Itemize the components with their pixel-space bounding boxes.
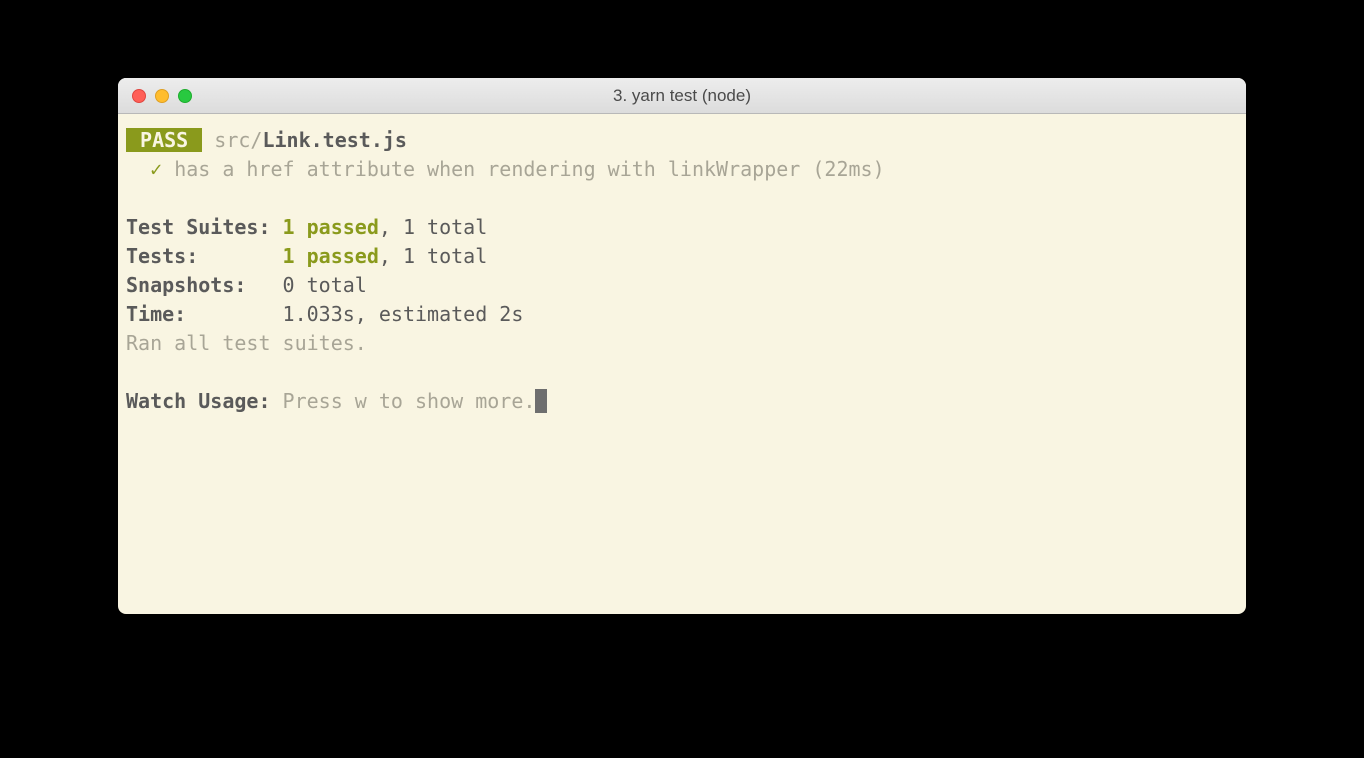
- maximize-icon[interactable]: [178, 89, 192, 103]
- terminal-window: 3. yarn test (node) PASS src/Link.test.j…: [118, 78, 1246, 614]
- test-path-prefix: src/: [214, 128, 262, 152]
- titlebar: 3. yarn test (node): [118, 78, 1246, 114]
- test-file: Link.test.js: [262, 128, 407, 152]
- suites-passed: 1 passed: [283, 215, 379, 239]
- suites-label: Test Suites:: [126, 215, 283, 239]
- suites-total: , 1 total: [379, 215, 487, 239]
- snapshots-value: 0 total: [283, 273, 367, 297]
- traffic-lights: [118, 89, 192, 103]
- tests-total: , 1 total: [379, 244, 487, 268]
- time-value: 1.033s, estimated 2s: [283, 302, 524, 326]
- snapshots-label: Snapshots:: [126, 273, 283, 297]
- check-icon: ✓: [150, 157, 162, 181]
- tests-label: Tests:: [126, 244, 283, 268]
- window-title: 3. yarn test (node): [118, 86, 1246, 106]
- minimize-icon[interactable]: [155, 89, 169, 103]
- close-icon[interactable]: [132, 89, 146, 103]
- ran-message: Ran all test suites.: [126, 331, 367, 355]
- tests-passed: 1 passed: [283, 244, 379, 268]
- pass-badge: PASS: [126, 128, 202, 152]
- watch-hint: Press w to show more.: [283, 389, 536, 413]
- test-description: has a href attribute when rendering with…: [174, 157, 884, 181]
- cursor: [535, 389, 547, 413]
- watch-label: Watch Usage:: [126, 389, 283, 413]
- terminal-body[interactable]: PASS src/Link.test.js ✓ has a href attri…: [118, 114, 1246, 428]
- time-label: Time:: [126, 302, 283, 326]
